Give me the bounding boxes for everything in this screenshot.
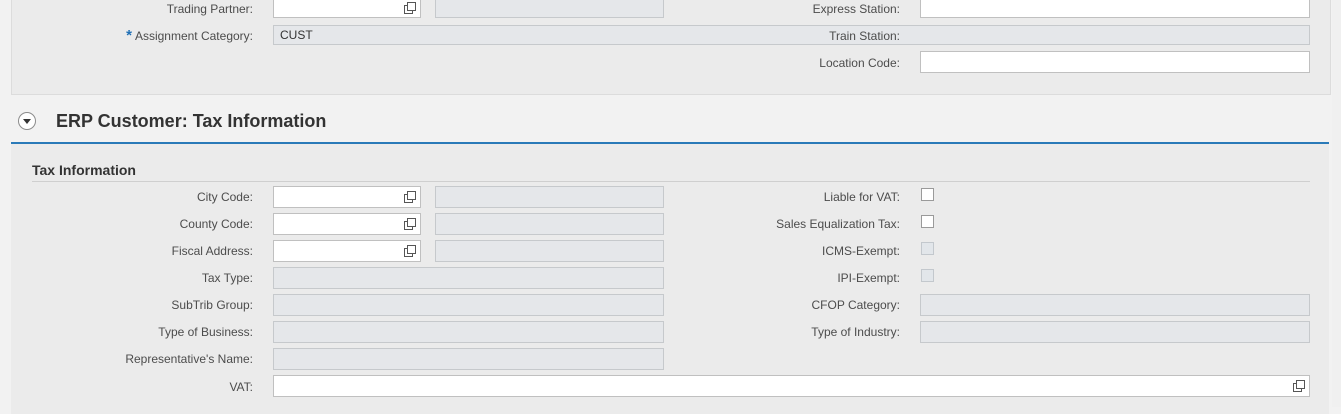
trading-partner-description (435, 0, 664, 18)
ipi-exempt-label: IPI-Exempt: (837, 271, 900, 285)
liable-for-vat-label: Liable for VAT: (823, 190, 900, 204)
icms-exempt-label: ICMS-Exempt: (821, 244, 900, 258)
county-code-description (435, 213, 664, 235)
sales-equalization-tax-label: Sales Equalization Tax: (776, 217, 900, 231)
liable-for-vat-checkbox[interactable] (921, 188, 934, 201)
subtrib-group-label: SubTrib Group: (171, 298, 253, 312)
sales-equalization-tax-checkbox[interactable] (921, 215, 934, 228)
fiscal-address-label: Fiscal Address: (171, 244, 253, 258)
assignment-category-label-text: Assignment Category: (134, 29, 253, 43)
city-code-input[interactable] (273, 186, 421, 208)
type-of-industry-field (920, 321, 1310, 343)
tax-type-label: Tax Type: (201, 271, 253, 285)
collapse-section-icon[interactable] (18, 112, 36, 130)
group-title: Tax Information (32, 162, 136, 178)
group-divider (32, 181, 1310, 182)
county-code-label: County Code: (179, 217, 253, 231)
value-help-icon[interactable] (404, 2, 416, 14)
required-indicator: * (126, 27, 132, 44)
representatives-name-label: Representative's Name: (125, 352, 253, 366)
trading-partner-input[interactable] (273, 0, 421, 18)
subtrib-group-field (273, 294, 664, 316)
location-code-label: Location Code: (819, 56, 900, 70)
city-code-label: City Code: (196, 190, 253, 204)
assignment-category-label: * Assignment Category: (60, 27, 253, 44)
representatives-name-field (273, 348, 664, 370)
city-code-description (435, 186, 664, 208)
value-help-icon[interactable] (404, 191, 416, 203)
scrollbar[interactable] (1332, 0, 1341, 407)
county-code-input[interactable] (273, 213, 421, 235)
type-of-business-label: Type of Business: (158, 325, 253, 339)
train-station-label: Train Station: (829, 29, 900, 43)
vat-input[interactable] (273, 375, 1310, 397)
value-help-icon[interactable] (404, 218, 416, 230)
section-title: ERP Customer: Tax Information (56, 111, 327, 131)
fiscal-address-input[interactable] (273, 240, 421, 262)
type-of-business-field (273, 321, 664, 343)
express-station-label: Express Station: (812, 2, 900, 16)
cfop-category-field (920, 294, 1310, 316)
ipi-exempt-checkbox (921, 269, 934, 282)
vat-label: VAT: (229, 380, 253, 394)
value-help-icon[interactable] (1293, 380, 1305, 392)
fiscal-address-description (435, 240, 664, 262)
type-of-industry-label: Type of Industry: (811, 325, 900, 339)
trading-partner-label: Trading Partner: (166, 2, 253, 16)
icms-exempt-checkbox (921, 242, 934, 255)
assignment-category-value: CUST (280, 28, 313, 42)
location-code-input[interactable] (920, 51, 1310, 73)
tax-type-field (273, 267, 664, 289)
value-help-icon[interactable] (404, 245, 416, 257)
express-station-input[interactable] (920, 0, 1310, 18)
cfop-category-label: CFOP Category: (811, 298, 900, 312)
